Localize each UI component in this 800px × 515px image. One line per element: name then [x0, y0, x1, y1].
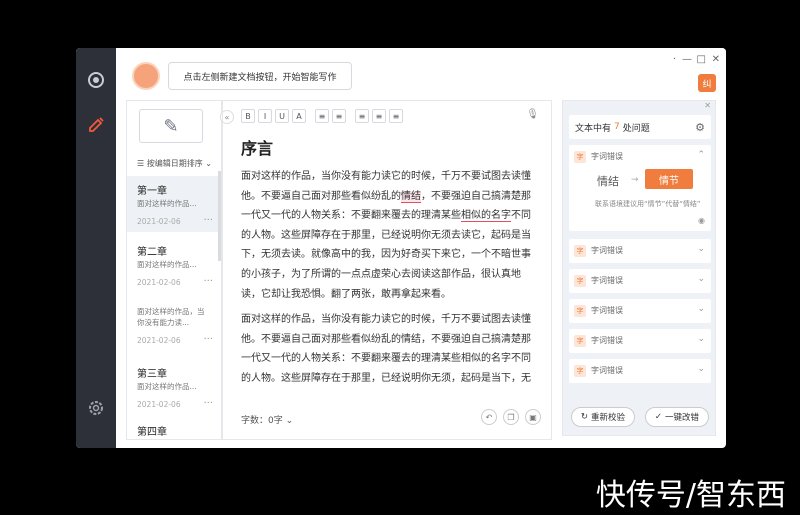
list-item[interactable]: 第一章 面对这样的作品... 2021-02-06 ···	[127, 176, 221, 232]
word-count[interactable]: 字数：0字 ⌄	[241, 413, 293, 426]
align-center-button[interactable]: ≡	[372, 109, 386, 123]
close-icon[interactable]: ✕	[712, 54, 720, 65]
microphone-icon[interactable]: 🎙	[526, 109, 539, 120]
settings-icon[interactable]: ⚙	[695, 121, 705, 134]
underline-button[interactable]: U	[275, 109, 289, 123]
edit-icon[interactable]	[86, 114, 106, 134]
ordered-list-button[interactable]: ≡	[315, 109, 329, 123]
copy-icon[interactable]: ❐	[503, 409, 519, 425]
list-item[interactable]: 面对这样的作品，当你没有能力读... 2021-02-06 ···	[127, 299, 221, 351]
more-icon[interactable]: ···	[203, 276, 213, 287]
ignore-icon[interactable]: ◉	[698, 216, 705, 225]
align-left-button[interactable]: ≡	[355, 109, 369, 123]
minimize-icon[interactable]: —	[682, 54, 692, 65]
sort-dropdown[interactable]: ☰ 按编辑日期排序 ⌄	[137, 158, 212, 169]
more-icon[interactable]: ···	[203, 215, 213, 226]
undo-icon[interactable]: ↶	[481, 409, 497, 425]
panel-close-icon[interactable]: ✕	[704, 101, 711, 110]
avatar[interactable]	[132, 62, 160, 90]
new-document-button[interactable]: ✎	[139, 109, 203, 143]
error-underline[interactable]: 相似的名字	[461, 210, 511, 223]
issue-card[interactable]: 字 字词错误 ⌄	[569, 299, 711, 323]
app-window: 点击左侧新建文档按钮，开始智能写作 · — □ ✕ 纠 ✎ ☰ 按编辑日期排序 …	[76, 48, 726, 448]
suggestion-desc: 联系语境建议用“情节”代替“情结”	[595, 200, 701, 208]
issue-card-expanded[interactable]: 字 字词错误 ⌃ 情结 → 情节 联系语境建议用“情节”代替“情结” ◉	[569, 145, 711, 231]
issue-summary: 文本中有 7 处问题 ⚙	[569, 115, 711, 139]
arrow-icon: →	[631, 175, 639, 185]
chevron-down-icon[interactable]: ⌄	[697, 274, 705, 284]
list-item[interactable]: 第二章 面对这样的作品... 2021-02-06 ···	[127, 237, 221, 293]
issue-card[interactable]: 字 字词错误 ⌄	[569, 239, 711, 263]
char-error-icon: 字	[574, 275, 586, 287]
new-doc-icon: ✎	[163, 115, 179, 137]
settings-icon[interactable]	[86, 398, 106, 418]
list-item[interactable]: 第四章	[127, 417, 221, 444]
suggestion-button[interactable]: 情节	[645, 169, 693, 189]
more-icon[interactable]: ···	[203, 398, 213, 409]
format-toolbar: B I U A ≡ ≡ ≡ ≡ ≡	[241, 109, 403, 123]
scrollbar[interactable]	[218, 171, 221, 261]
record-icon[interactable]	[86, 70, 106, 90]
align-right-button[interactable]: ≡	[389, 109, 403, 123]
more-icon[interactable]: ···	[203, 334, 213, 345]
char-error-icon: 字	[574, 365, 586, 377]
original-word: 情结	[597, 175, 619, 188]
issue-card[interactable]: 字 字词错误 ⌄	[569, 359, 711, 383]
document-list: ✎ ☰ 按编辑日期排序 ⌄ 第一章 面对这样的作品... 2021-02-06 …	[126, 100, 222, 440]
chevron-down-icon[interactable]: ⌄	[697, 334, 705, 344]
char-error-icon: 字	[574, 245, 586, 257]
bold-button[interactable]: B	[241, 109, 255, 123]
char-error-icon: 字	[574, 151, 586, 163]
issue-card[interactable]: 字 字词错误 ⌄	[569, 329, 711, 353]
proofread-badge[interactable]: 纠	[698, 74, 716, 92]
proofread-panel: ✕ 文本中有 7 处问题 ⚙ 字 字词错误 ⌃ 情结 → 情节 联系语境建议用“情节…	[562, 100, 716, 436]
recheck-button[interactable]: ↻ 重新校验	[571, 407, 635, 427]
editor: B I U A ≡ ≡ ≡ ≡ ≡ 🎙 序言 面对这样的作品，当你没有能力读它的…	[222, 100, 552, 440]
maximize-icon[interactable]: □	[697, 54, 706, 65]
document-title[interactable]: 序言	[241, 135, 273, 159]
chevron-up-icon[interactable]: ⌃	[697, 150, 705, 160]
list-item[interactable]: 第三章 面对这样的作品... 2021-02-06 ···	[127, 359, 221, 415]
paragraph: 面对这样的作品，当你没有能力读它的时候，千万不要试图去读懂他。不要逼自己面对那些…	[241, 171, 531, 300]
save-icon[interactable]: ▣	[525, 409, 541, 425]
document-body[interactable]: 面对这样的作品，当你没有能力读它的时候，千万不要试图去读懂他。不要逼自己面对那些…	[241, 167, 536, 391]
char-error-icon: 字	[574, 335, 586, 347]
fix-all-button[interactable]: ✓ 一键改错	[645, 407, 709, 427]
pin-icon[interactable]: ·	[673, 54, 676, 65]
nav-rail	[76, 48, 116, 448]
issue-card[interactable]: 字 字词错误 ⌄	[569, 269, 711, 293]
char-error-icon: 字	[574, 305, 586, 317]
font-color-button[interactable]: A	[292, 109, 306, 123]
italic-button[interactable]: I	[258, 109, 272, 123]
chevron-down-icon[interactable]: ⌄	[697, 244, 705, 254]
paragraph: 面对这样的作品，当你没有能力读它的时候，千万不要试图去读懂他。不要逼自己面对那些…	[241, 314, 531, 384]
error-highlight[interactable]: 情结	[401, 190, 421, 203]
chevron-down-icon[interactable]: ⌄	[697, 304, 705, 314]
check-icon: ✓	[654, 412, 663, 422]
watermark: 快传号/智东西	[595, 478, 786, 513]
new-doc-hint: 点击左侧新建文档按钮，开始智能写作	[168, 62, 352, 90]
top-bar: 点击左侧新建文档按钮，开始智能写作 · — □ ✕ 纠	[116, 48, 726, 100]
bullet-list-button[interactable]: ≡	[332, 109, 346, 123]
chevron-down-icon[interactable]: ⌄	[697, 364, 705, 374]
refresh-icon: ↻	[580, 412, 589, 422]
